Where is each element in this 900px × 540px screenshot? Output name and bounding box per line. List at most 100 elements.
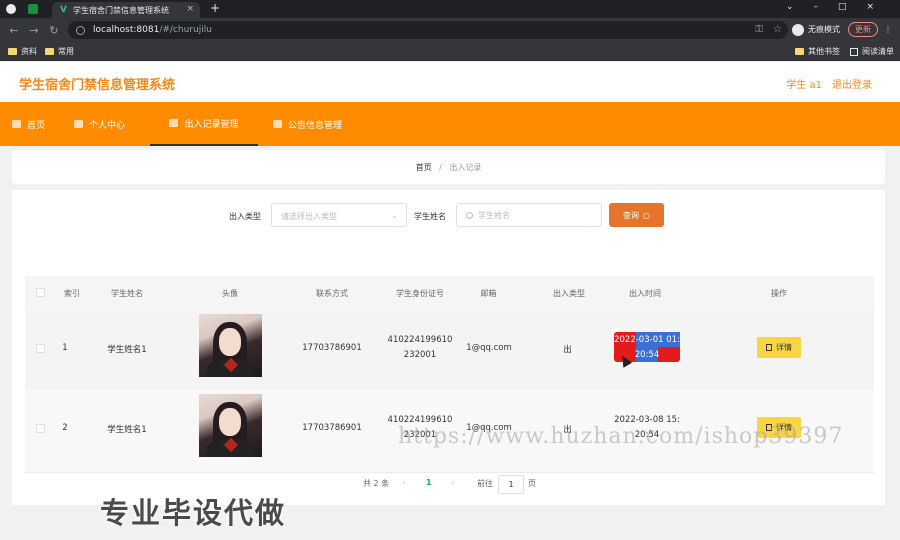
nav-item-home[interactable]: 首页 — [12, 102, 45, 146]
notice-icon — [273, 120, 282, 128]
bookmark-label: 常用 — [58, 46, 74, 56]
app-title: 学生宿舍门禁信息管理系统 — [19, 78, 176, 93]
watermark-url: https://www.huzhan.com/ishop39397 — [398, 424, 844, 449]
star-icon[interactable]: ☆ — [773, 24, 782, 35]
name-placeholder: 学生姓名 — [478, 210, 510, 220]
folder-icon — [45, 47, 54, 55]
name-search-input[interactable]: 学生姓名 — [456, 203, 602, 227]
browser-tab-active[interactable]: V 学生宿舍门禁信息管理系统 × — [52, 2, 200, 18]
cell-idcard-2: 232001 — [403, 350, 437, 360]
bookmark-folder[interactable]: 常用 — [45, 46, 74, 57]
url-path: /#/churujilu — [159, 25, 212, 35]
row-checkbox[interactable] — [36, 424, 45, 433]
logout-link[interactable]: 退出登录 — [832, 76, 872, 91]
cell-index: 2 — [62, 423, 68, 433]
browser-tab-title: 学生宿舍门禁信息管理系统 — [72, 5, 169, 15]
col-idcard: 学生身份证号 — [396, 289, 444, 298]
next-page-button[interactable]: › — [451, 478, 454, 487]
detail-button[interactable]: 详情 — [757, 337, 801, 358]
cell-index: 1 — [62, 343, 68, 353]
avatar — [199, 394, 262, 457]
breadcrumb-separator: / — [439, 163, 442, 172]
incognito-indicator[interactable]: 无痕模式 — [792, 23, 840, 36]
document-icon — [766, 344, 772, 351]
sheets-tab-icon[interactable] — [28, 4, 38, 14]
name-label: 学生姓名 — [414, 212, 446, 221]
page-unit: 页 — [528, 479, 536, 488]
forward-icon[interactable]: → — [28, 24, 40, 37]
detail-label: 详情 — [776, 343, 792, 352]
cell-email: 1@qq.com — [466, 343, 512, 353]
records-icon — [169, 119, 179, 127]
table-row: 1 学生姓名1 17703786901 410224199610 232001 … — [25, 308, 874, 392]
cell-name: 学生姓名1 — [107, 345, 147, 355]
type-select[interactable]: 请选择出入类型 ⌄ — [271, 203, 407, 227]
bookmark-label: 资料 — [21, 46, 37, 56]
type-label: 出入类型 — [229, 212, 261, 221]
window-controls[interactable]: ⌄–□× — [786, 2, 894, 12]
type-placeholder: 请选择出入类型 — [281, 212, 337, 221]
nav-label: 首页 — [27, 120, 46, 131]
cell-name: 学生姓名1 — [107, 425, 147, 435]
url-host: localhost:8081 — [93, 25, 160, 35]
prev-page-button[interactable]: ‹ — [402, 478, 405, 487]
breadcrumb: 首页 / 出入记录 — [12, 162, 885, 173]
user-area: 学生 a1 退出登录 — [776, 76, 872, 91]
avatar — [199, 314, 262, 377]
cell-time-1: 2022-03-01 01: — [614, 335, 680, 345]
main-nav: 首页 个人中心 出入记录管理 公告信息管理 — [0, 102, 900, 146]
query-label: 查询 — [623, 210, 639, 220]
incognito-label: 无痕模式 — [808, 25, 840, 34]
breadcrumb-card: 首页 / 出入记录 — [12, 150, 885, 184]
col-name: 学生姓名 — [111, 289, 143, 298]
row-checkbox[interactable] — [36, 344, 45, 353]
nav-item-records[interactable]: 出入记录管理 — [150, 102, 258, 146]
cell-idcard-1: 410224199610 — [387, 335, 453, 345]
bookmarks-right: 其他书签 阅读清单 — [785, 46, 894, 57]
select-all-checkbox[interactable] — [36, 288, 45, 297]
breadcrumb-home[interactable]: 首页 — [416, 163, 432, 172]
nav-item-profile[interactable]: 个人中心 — [74, 102, 125, 146]
chevron-down-icon: ⌄ — [391, 211, 398, 220]
col-type: 出入类型 — [553, 289, 585, 298]
browser-toolbar: ← → ↻ localhost:8081/#/churujilu ⚿ ☆ 无痕模… — [0, 18, 900, 42]
browser-tabstrip: V 学生宿舍门禁信息管理系统 × + ⌄–□× — [0, 0, 900, 18]
globe-icon[interactable] — [6, 4, 16, 14]
search-icon — [466, 211, 473, 219]
menu-icon[interactable]: ⋮ — [884, 25, 892, 34]
cell-phone: 17703786901 — [302, 343, 362, 353]
breadcrumb-current: 出入记录 — [449, 163, 482, 172]
search-icon: ○ — [643, 210, 650, 220]
goto-label: 前往 — [477, 479, 493, 488]
close-icon[interactable]: × — [186, 4, 194, 14]
reading-list-icon — [850, 47, 858, 56]
reload-icon[interactable]: ↻ — [48, 24, 60, 37]
address-bar[interactable]: localhost:8081/#/churujilu — [68, 21, 788, 39]
bookmarks-bar: 资料 常用 其他书签 阅读清单 — [0, 42, 900, 61]
update-button[interactable]: 更新 — [848, 22, 878, 37]
toolbar-right: ⚿ ☆ 无痕模式 更新 ⋮ — [755, 22, 892, 37]
new-tab-icon[interactable]: + — [210, 1, 220, 15]
back-icon[interactable]: ← — [8, 24, 20, 37]
query-button[interactable]: 查询 ○ — [609, 203, 664, 227]
col-time: 出入时间 — [629, 289, 661, 298]
bookmark-folder[interactable]: 资料 — [8, 46, 37, 57]
reading-list[interactable]: 阅读清单 — [850, 46, 894, 57]
bookmark-label: 其他书签 — [808, 47, 840, 56]
user-name[interactable]: 学生 a1 — [786, 76, 822, 91]
table-header: 索引 学生姓名 头像 联系方式 学生身份证号 邮箱 出入类型 出入时间 操作 — [25, 276, 874, 308]
goto-page-input[interactable]: 1 — [498, 475, 524, 494]
user-icon — [74, 120, 83, 128]
promo-text: 专业毕设代做 — [100, 496, 287, 530]
page-number[interactable]: 1 — [426, 478, 432, 487]
nav-label: 公告信息管理 — [288, 120, 343, 131]
nav-label: 个人中心 — [89, 120, 126, 131]
incognito-icon — [792, 23, 804, 36]
info-icon[interactable] — [76, 25, 85, 35]
folder-icon — [795, 48, 804, 55]
bookmark-label: 阅读清单 — [862, 47, 894, 56]
app-header: 学生宿舍门禁信息管理系统 学生 a1 退出登录 — [0, 62, 900, 102]
nav-item-notices[interactable]: 公告信息管理 — [273, 102, 342, 146]
key-icon[interactable]: ⚿ — [755, 24, 763, 35]
other-bookmarks[interactable]: 其他书签 — [795, 46, 840, 57]
